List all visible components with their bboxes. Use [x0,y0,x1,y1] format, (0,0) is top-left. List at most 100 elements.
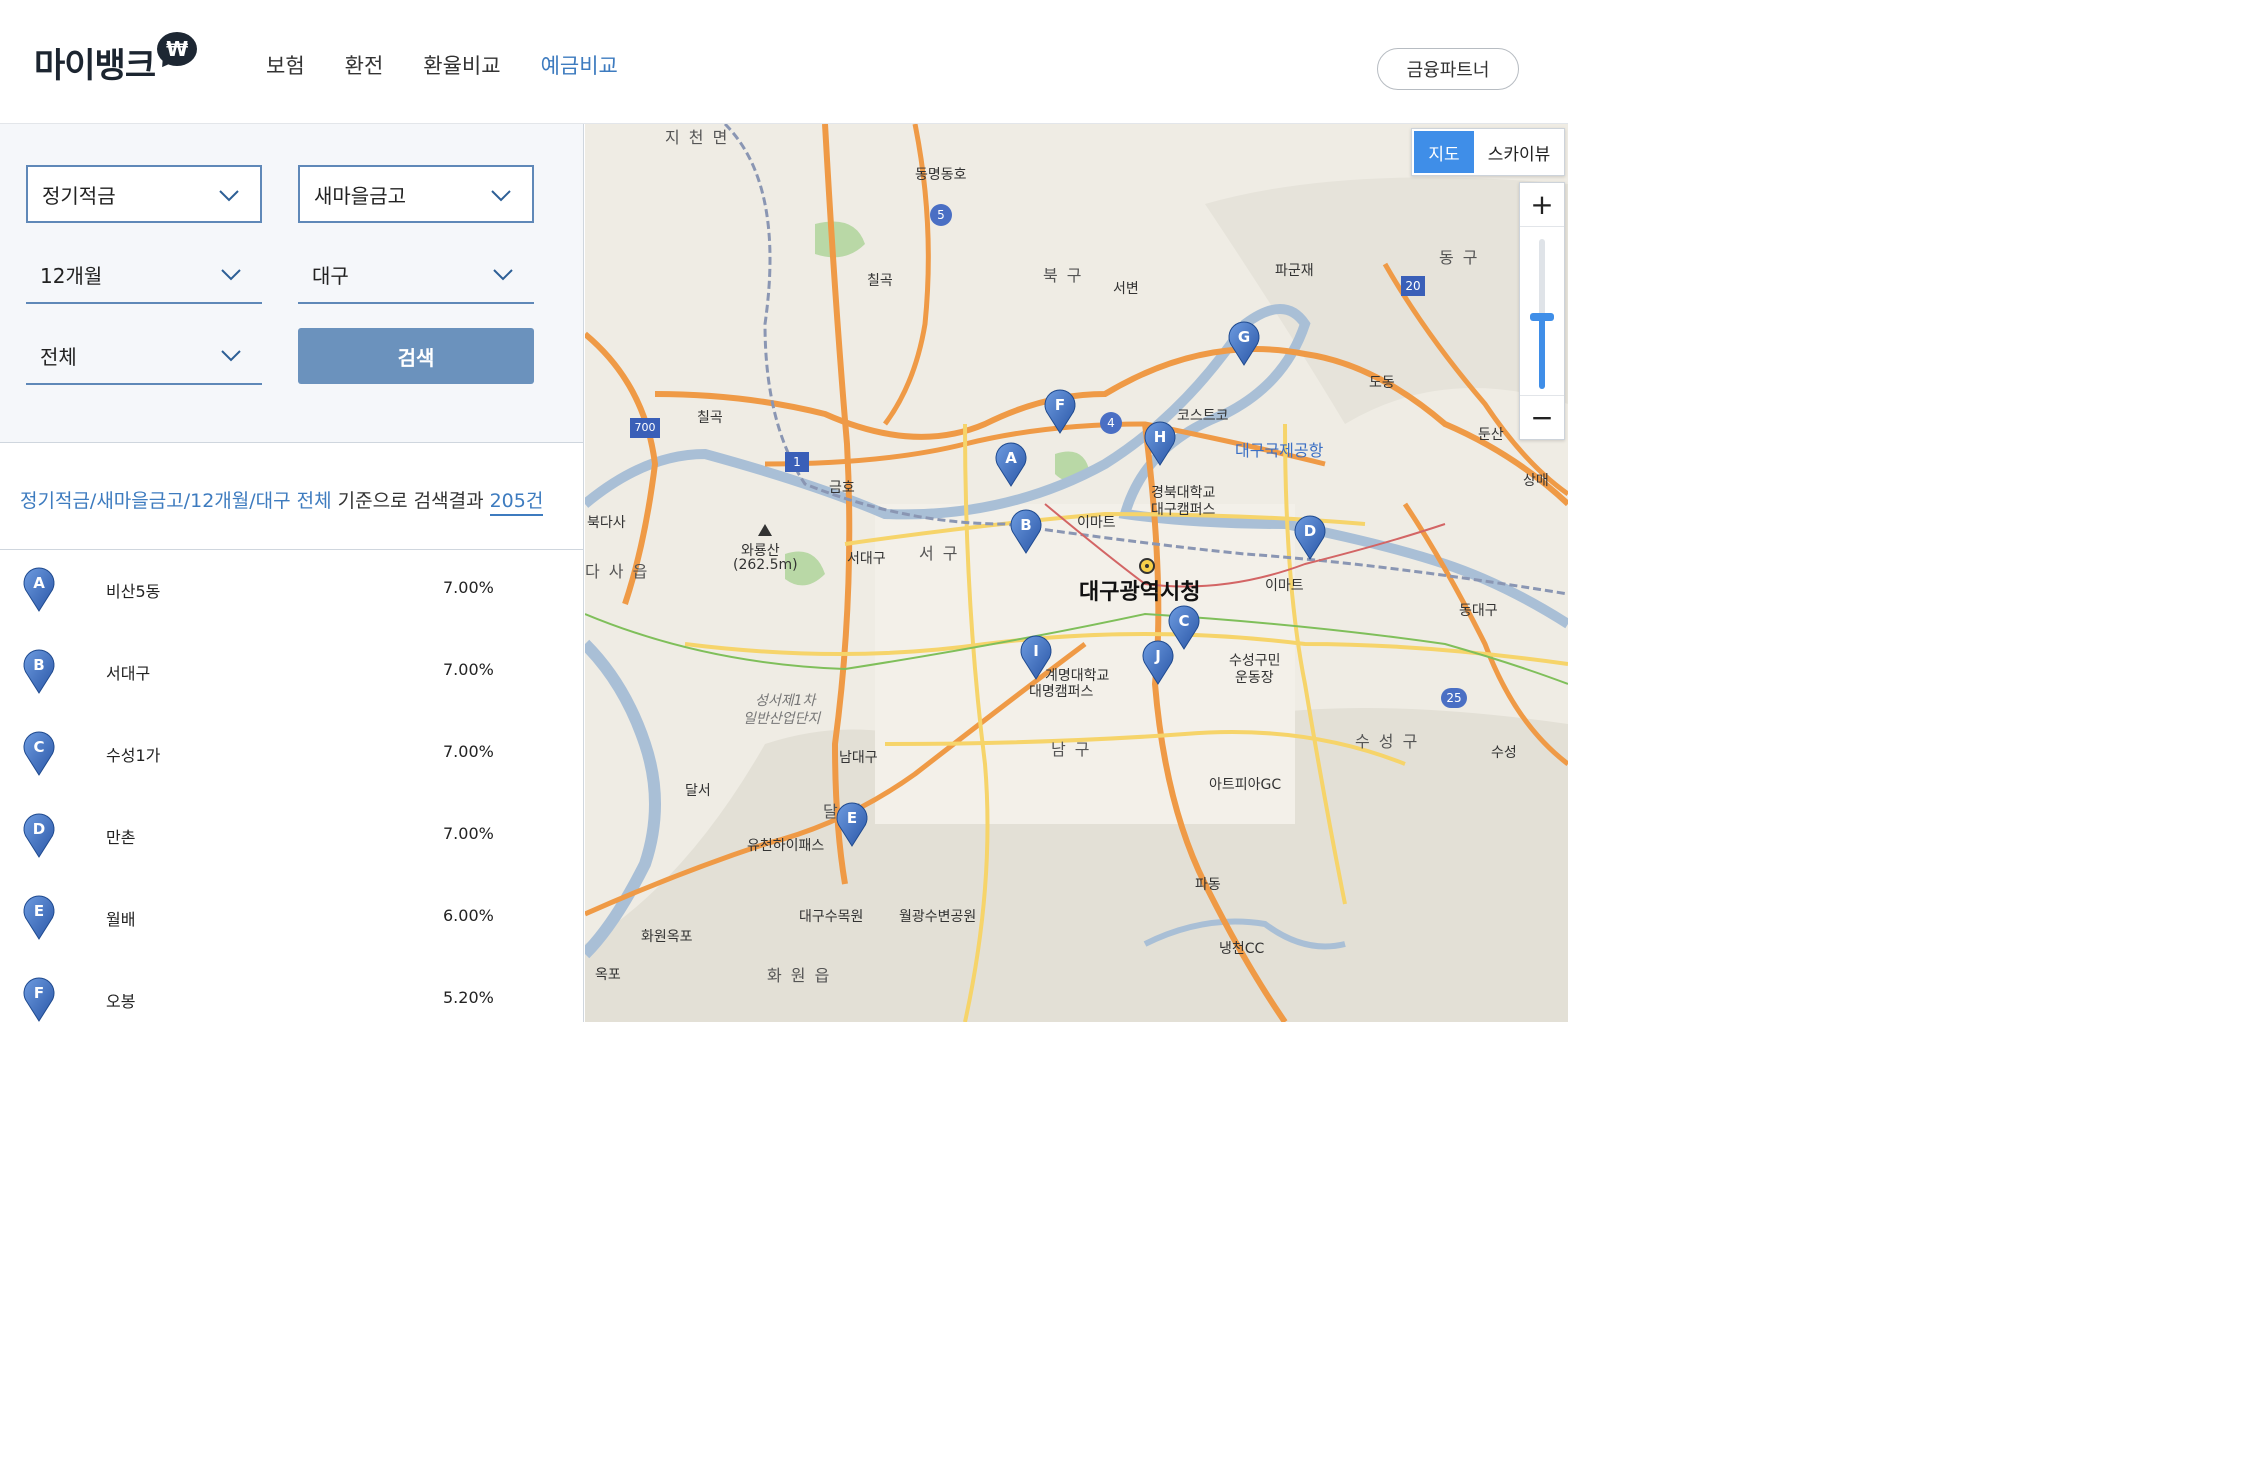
nav-exchange[interactable]: 환전 [345,50,384,80]
svg-text:C: C [33,738,44,756]
result-name: 만촌 [106,828,136,847]
map-label-namdaegu: 남대구 [839,750,878,766]
map-label-seongseo: 성서제1차 [755,693,816,709]
map-label-keimyung2: 대명캠퍼스 [1029,684,1094,700]
svg-text:B: B [1020,516,1031,534]
result-name: 서대구 [106,664,151,683]
finance-partner-button[interactable]: 금융파트너 [1377,48,1519,90]
svg-text:A: A [1005,449,1017,467]
map-label-pagunjae: 파군재 [1275,263,1314,279]
zoom-in-button[interactable]: + [1520,183,1564,227]
result-row[interactable]: D 만촌 7.00% [0,802,583,884]
svg-text:E: E [34,902,44,920]
search-button[interactable]: 검색 [298,328,534,384]
result-row[interactable]: F 오봉 5.20% [0,966,583,1048]
main-nav: 보험 환전 환율비교 예금비교 [266,50,618,80]
result-row[interactable]: A 비산5동 7.00% [0,556,583,638]
map-label-dalseo-ic: 달서 [685,783,711,799]
result-row[interactable]: B 서대구 7.00% [0,638,583,720]
result-name: 비산5동 [106,582,161,601]
svg-text:A: A [33,574,45,592]
map-marker-d[interactable]: D [1293,514,1327,560]
map-label-yuchun: 유천하이패스 [747,838,825,854]
map-label-bukdasa: 북다사 [587,515,626,531]
svg-text:F: F [34,984,44,1002]
map-label-padong: 파동 [1195,877,1221,893]
map-label-atopia: 아트피아GC [1209,777,1282,793]
map-pin-icon: A [22,566,56,612]
institution-select[interactable]: 새마을금고 [298,165,534,223]
road-shield-20: 20 [1401,276,1425,296]
logo[interactable]: 마이뱅크 ₩ [34,32,198,87]
map-label-emart2: 이마트 [1265,578,1304,594]
result-count[interactable]: 205건 [489,490,544,516]
product-type-select[interactable]: 정기적금 [26,165,262,223]
map-label-geumho: 금호 [829,480,855,496]
search-panel: 정기적금 새마을금고 12개월 대구 전체 검색 정기적금/새마을금고/12개월… [0,124,584,1022]
divider [0,549,583,550]
institution-value: 새마을금고 [314,183,406,208]
map-label-dunsan: 둔산 [1478,427,1504,443]
result-rate: 6.00% [443,906,494,925]
result-rate: 7.00% [443,660,494,679]
map-marker-g[interactable]: G [1227,320,1261,366]
map-label-waryongsan-h: (262.5m) [733,557,798,573]
map-marker-e[interactable]: E [835,801,869,847]
road-shield-1: 1 [785,452,809,472]
map-label-dongmyeong: 동명동호 [915,167,967,183]
map-label-suseong-stadium2: 운동장 [1235,670,1274,686]
map-marker-i[interactable]: I [1019,634,1053,680]
period-select[interactable]: 12개월 [26,246,262,304]
map-marker-b[interactable]: B [1009,508,1043,554]
map-type-sky-button[interactable]: 스카이뷰 [1474,140,1564,165]
map-label-suseong-gu: 수 성 구 [1355,732,1420,751]
result-rate: 7.00% [443,824,494,843]
result-row[interactable]: E 월배 6.00% [0,884,583,966]
zoom-slider-handle[interactable] [1530,313,1554,321]
region-select[interactable]: 대구 [298,246,534,304]
result-name: 오봉 [106,992,136,1011]
map-pin-icon: F [22,976,56,1022]
map-label-jicheon: 지 천 면 [665,128,730,147]
map-label-sangmae: 상매 [1523,473,1549,489]
map-marker-j[interactable]: J [1141,639,1175,685]
summary-text: 기준으로 검색결과 [331,490,490,512]
map-label-dasa: 다 사 읍 [585,562,650,581]
map-view[interactable]: 지 천 면 동명동호 칠곡 북 구 서변 파군재 동 구 도동 코스트코 대구국… [585,124,1568,1022]
nav-deposit-compare[interactable]: 예금비교 [541,50,618,80]
map-marker-f[interactable]: F [1043,388,1077,434]
result-rate: 5.20% [443,988,494,1007]
map-label-chilgok2: 칠곡 [697,410,723,426]
map-base [585,124,1568,1022]
svg-text:D: D [1304,522,1316,540]
logo-text: 마이뱅크 [34,46,156,86]
result-row[interactable]: C 수성1가 7.00% [0,720,583,802]
svg-text:B: B [33,656,44,674]
top-header: 마이뱅크 ₩ 보험 환전 환율비교 예금비교 금융파트너 [0,0,1568,124]
road-shield-4: 4 [1100,412,1122,434]
road-shield-5: 5 [930,204,952,226]
search-summary: 정기적금/새마을금고/12개월/대구 전체 기준으로 검색결과 205건 [20,486,544,516]
nav-insurance[interactable]: 보험 [266,50,305,80]
district-value: 전체 [40,344,77,369]
map-label-seongseo2: 일반산업단지 [743,711,821,727]
svg-text:D: D [33,820,45,838]
map-pin-icon: C [22,730,56,776]
won-bubble-icon: ₩ [157,32,198,71]
map-label-arboretum: 대구수목원 [799,909,864,925]
map-label-naengcheon: 냉천CC [1219,941,1265,957]
district-select[interactable]: 전체 [26,327,262,385]
map-label-seobyeon: 서변 [1113,281,1139,297]
summary-query: 정기적금/새마을금고/12개월/대구 전체 [20,490,332,512]
map-type-map-button[interactable]: 지도 [1414,131,1474,173]
road-shield-700: 700 [630,418,660,438]
map-label-knu2: 대구캠퍼스 [1151,502,1216,518]
map-marker-a[interactable]: A [994,441,1028,487]
zoom-out-button[interactable]: − [1520,395,1564,439]
chevron-down-icon [221,269,241,281]
zoom-slider-fill [1539,317,1545,389]
map-marker-h[interactable]: H [1143,420,1177,466]
nav-rate-compare[interactable]: 환율비교 [423,50,500,80]
svg-text:J: J [1154,647,1161,665]
map-label-airport: 대구국제공항 [1235,441,1324,460]
